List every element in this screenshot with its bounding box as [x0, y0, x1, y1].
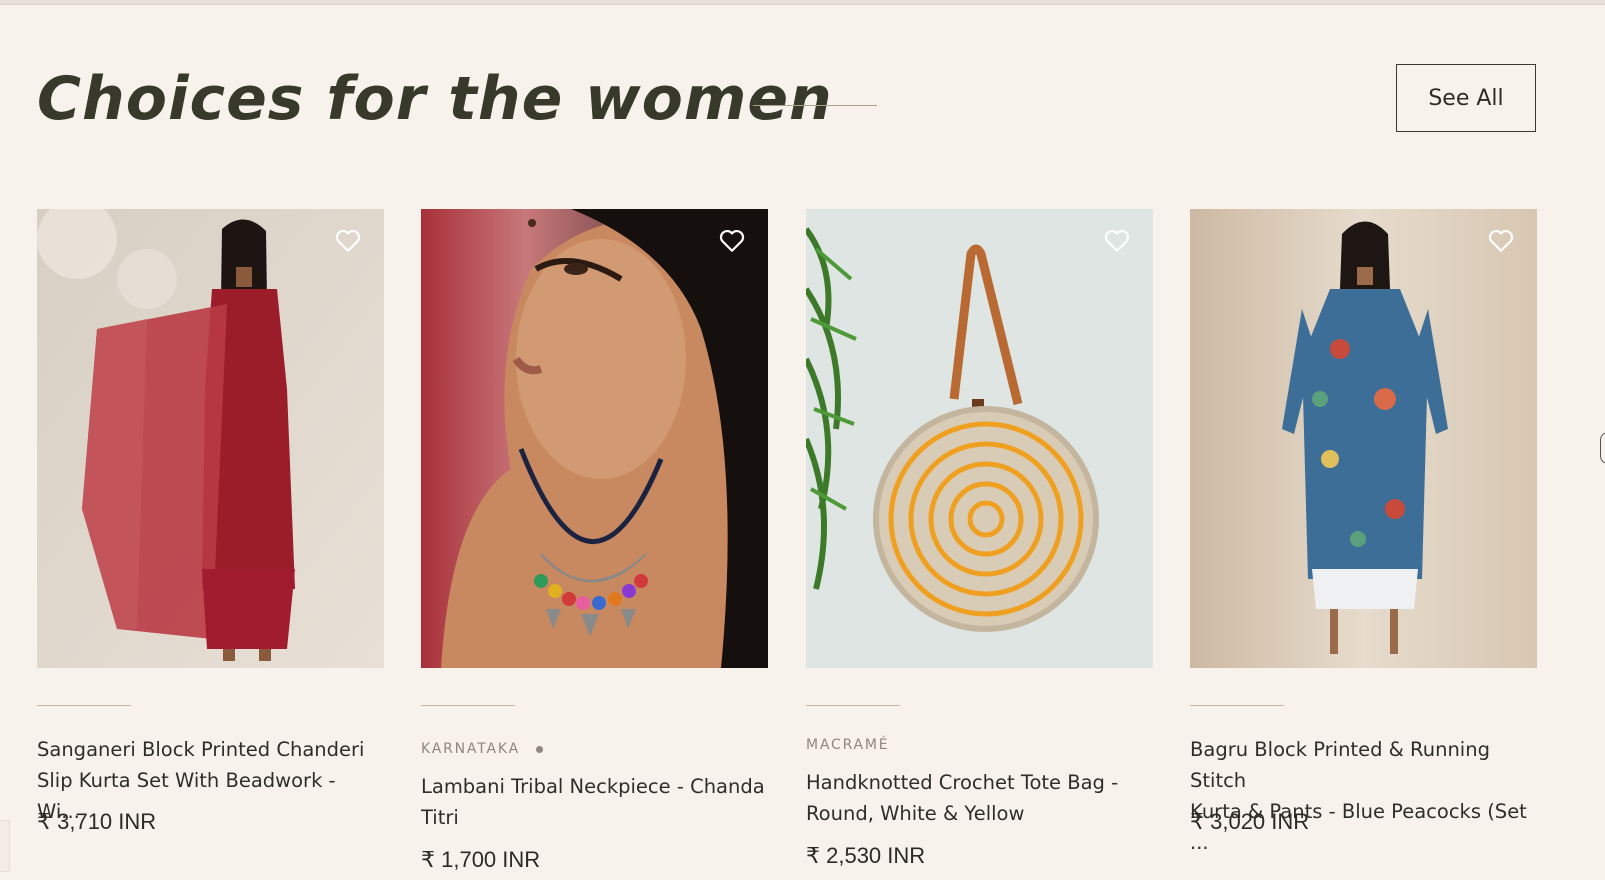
product-title-line: Round, White & Yellow [806, 802, 1025, 825]
product-title-line: Lambani Tribal Neckpiece - Chanda [421, 775, 765, 798]
title-divider [753, 105, 877, 106]
card-divider [37, 705, 131, 706]
product-price: ₹ 1,700 INR [421, 847, 541, 872]
card-divider [1190, 705, 1284, 706]
product-price: ₹ 3,020 INR [1190, 809, 1310, 834]
product-photo [421, 209, 768, 668]
product-title-line: Bagru Block Printed & Running Stitch [1190, 738, 1490, 792]
product-image-tribal-necklace[interactable] [421, 209, 768, 668]
product-vendor[interactable]: KARNATAKA [421, 741, 543, 757]
product-photo [806, 209, 1153, 668]
section-title: Choices for the women [37, 64, 833, 134]
vendor-label: KARNATAKA [421, 741, 520, 757]
product-photo [1190, 209, 1537, 668]
see-all-button[interactable]: See All [1396, 64, 1536, 132]
card-divider [806, 705, 900, 706]
vendor-label: MACRAMÉ [806, 737, 890, 753]
product-photo [37, 209, 384, 668]
product-title-line: Handknotted Crochet Tote Bag - [806, 771, 1119, 794]
separator-dot [535, 745, 543, 753]
wishlist-heart-icon[interactable] [718, 227, 746, 255]
product-card[interactable]: KARNATAKA Lambani Tribal Neckpiece - Cha… [421, 209, 768, 872]
next-arrow-icon[interactable] [1600, 432, 1605, 464]
product-title-line: Titri [421, 806, 459, 829]
product-title[interactable]: Lambani Tribal Neckpiece - Chanda Titri [421, 771, 766, 833]
product-price: ₹ 2,530 INR [806, 843, 926, 868]
product-card[interactable]: Bagru Block Printed & Running Stitch Kur… [1190, 209, 1537, 854]
wishlist-heart-icon[interactable] [1103, 227, 1131, 255]
wishlist-heart-icon[interactable] [1487, 227, 1515, 255]
product-vendor[interactable]: MACRAMÉ [806, 737, 889, 753]
product-image-red-kurta[interactable] [37, 209, 384, 668]
product-title[interactable]: Bagru Block Printed & Running Stitch Kur… [1190, 734, 1535, 858]
product-image-blue-kurta[interactable] [1190, 209, 1537, 668]
product-image-crochet-tote[interactable] [806, 209, 1153, 668]
product-price: ₹ 3,710 INR [37, 809, 157, 834]
card-divider [421, 705, 515, 706]
product-title-line: Sanganeri Block Printed Chanderi [37, 738, 365, 761]
wishlist-heart-icon[interactable] [334, 227, 362, 255]
product-title[interactable]: Handknotted Crochet Tote Bag - Round, Wh… [806, 767, 1151, 829]
side-tab[interactable] [0, 820, 10, 872]
product-card[interactable]: MACRAMÉ Handknotted Crochet Tote Bag - R… [806, 209, 1153, 868]
product-card[interactable]: Sanganeri Block Printed Chanderi Slip Ku… [37, 209, 384, 834]
top-divider [0, 0, 1605, 5]
